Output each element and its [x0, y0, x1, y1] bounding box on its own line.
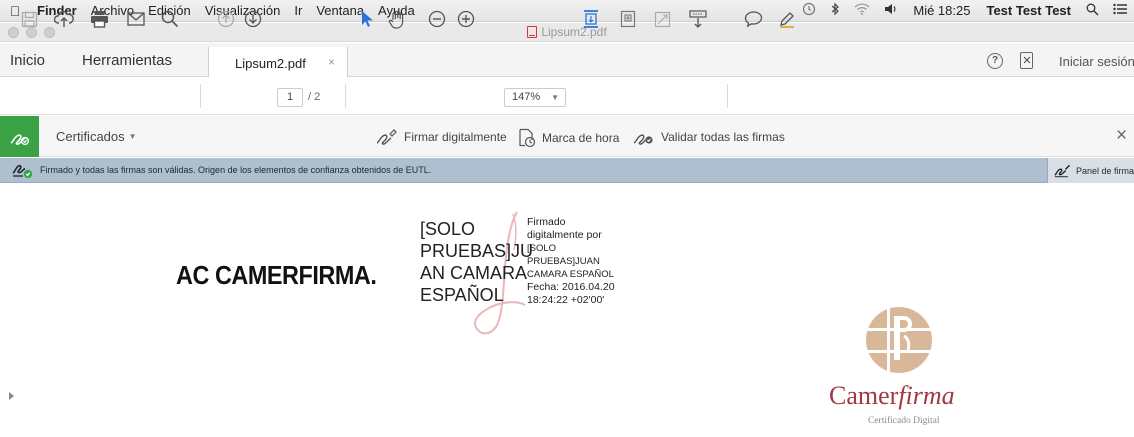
- select-cursor-icon[interactable]: [360, 9, 374, 29]
- signature-panel-button[interactable]: Panel de firma: [1047, 158, 1134, 183]
- logo-italic: firma: [898, 381, 955, 410]
- time-machine-icon[interactable]: [795, 2, 823, 19]
- hand-tool-icon[interactable]: [388, 9, 406, 29]
- menu-visualizacion[interactable]: Visualización: [198, 3, 288, 18]
- wifi-icon[interactable]: [847, 3, 877, 18]
- read-mode-icon[interactable]: [689, 9, 707, 29]
- menu-ir[interactable]: Ir: [287, 3, 309, 18]
- bluetooth-icon[interactable]: [823, 2, 847, 19]
- zoom-in-icon[interactable]: [457, 9, 475, 29]
- tab-document[interactable]: Lipsum2.pdf ×: [208, 47, 348, 77]
- comment-icon[interactable]: [744, 9, 763, 29]
- timestamp-button[interactable]: Marca de hora: [518, 128, 619, 148]
- email-icon[interactable]: [127, 9, 145, 29]
- previous-page-icon[interactable]: [217, 9, 235, 29]
- sign-in-button[interactable]: Iniciar sesión: [1059, 54, 1134, 69]
- signature-detail-line: 18:24:22 +02'00': [527, 294, 605, 306]
- signature-panel-label: Panel de firma: [1075, 165, 1134, 176]
- signature-details: Firmado digitalmente por [SOLO PRUEBAS]J…: [527, 216, 615, 307]
- mobile-link-icon[interactable]: [1020, 52, 1033, 69]
- signature-status-bar: Firmado y todas las firmas son válidas. …: [0, 158, 1134, 183]
- menu-extras: Mié 18:25 Test Test Test: [795, 2, 1134, 19]
- page-total: / 2: [308, 91, 321, 103]
- camerfirma-logo-subtitle: Certificado Digital: [868, 416, 940, 426]
- next-page-icon[interactable]: [244, 9, 262, 29]
- certificates-title: Certificados: [56, 129, 125, 144]
- cloud-upload-icon[interactable]: [54, 9, 74, 29]
- pdf-file-icon: [527, 26, 538, 38]
- menu-user[interactable]: Test Test Test: [978, 3, 1079, 18]
- signature-valid-icon: [12, 164, 33, 179]
- validate-all-signatures-label: Validar todas las firmas: [661, 130, 785, 144]
- page-number-input[interactable]: 1: [277, 88, 303, 107]
- help-icon[interactable]: ?: [987, 53, 1003, 69]
- validate-all-signatures-button[interactable]: Validar todas las firmas: [633, 128, 785, 146]
- page-display-icon[interactable]: [620, 9, 636, 29]
- signature-detail-line: Firmado: [527, 216, 566, 228]
- signature-detail-line: digitalmente por: [527, 229, 602, 241]
- sign-digitally-label: Firmar digitalmente: [404, 130, 507, 144]
- save-icon[interactable]: [21, 9, 38, 29]
- main-toolbar: [0, 78, 1134, 115]
- expand-sidebar-icon[interactable]: [9, 392, 14, 400]
- toolbar-separator: [200, 84, 201, 108]
- highlight-pen-icon[interactable]: [778, 9, 796, 29]
- certificates-menu[interactable]: Certificados ▼: [56, 129, 137, 144]
- app-tabs-row: Inicio Herramientas Lipsum2.pdf × ? Inic…: [0, 43, 1134, 77]
- signer-name-line: [SOLO: [420, 219, 476, 239]
- signer-name-line: ESPAÑOL: [420, 285, 504, 305]
- toolbar-separator: [727, 84, 728, 108]
- close-certificates-icon[interactable]: ×: [1116, 125, 1127, 147]
- zoom-out-icon[interactable]: [428, 9, 446, 29]
- fit-page-icon[interactable]: [583, 9, 599, 29]
- signature-pen-icon: [1054, 164, 1071, 177]
- timestamp-label: Marca de hora: [542, 131, 620, 145]
- chevron-down-icon: ▼: [551, 93, 559, 102]
- zoom-level-value: 147%: [512, 91, 541, 103]
- search-icon[interactable]: [161, 9, 179, 29]
- close-tab-icon[interactable]: ×: [328, 55, 335, 69]
- signature-status-message: Firmado y todas las firmas son válidas. …: [40, 165, 432, 175]
- signature-detail-line: [SOLO: [527, 243, 557, 254]
- camerfirma-logo-icon: [862, 306, 936, 376]
- menu-clock[interactable]: Mié 18:25: [905, 3, 978, 18]
- certificates-toolbar: Certificados ▼ Firmar digitalmente Marca …: [0, 116, 1134, 157]
- signer-name-block: [SOLO PRUEBAS]JU AN CAMARA ESPAÑOL: [420, 218, 534, 306]
- notification-center-icon[interactable]: [1106, 3, 1134, 18]
- full-screen-icon[interactable]: [654, 9, 671, 29]
- camerfirma-logo-text: Camerfirma: [829, 381, 955, 411]
- tab-document-label: Lipsum2.pdf: [235, 56, 306, 71]
- print-icon[interactable]: [90, 9, 109, 29]
- spotlight-search-icon[interactable]: [1079, 3, 1106, 19]
- document-heading: AC CAMERFIRMA.: [176, 260, 377, 290]
- logo-prefix: C: [829, 381, 847, 410]
- logo-regular: amer: [846, 381, 899, 410]
- certificates-tool-icon[interactable]: [0, 116, 39, 157]
- signature-detail-line: Fecha: 2016.04.20: [527, 281, 615, 293]
- tab-tools[interactable]: Herramientas: [82, 52, 172, 69]
- signer-name-line: AN CAMARA: [420, 263, 528, 283]
- sign-digitally-button[interactable]: Firmar digitalmente: [376, 128, 507, 146]
- toolbar-separator: [345, 84, 346, 108]
- chevron-down-icon: ▼: [128, 132, 137, 141]
- signature-detail-line: PRUEBAS]JUAN: [527, 256, 600, 267]
- signer-name-line: PRUEBAS]JU: [420, 241, 534, 261]
- tab-home[interactable]: Inicio: [10, 52, 45, 69]
- signature-detail-line: CAMARA ESPAÑOL: [527, 269, 614, 280]
- volume-icon[interactable]: [877, 3, 905, 18]
- zoom-level-select[interactable]: 147% ▼: [504, 88, 566, 107]
